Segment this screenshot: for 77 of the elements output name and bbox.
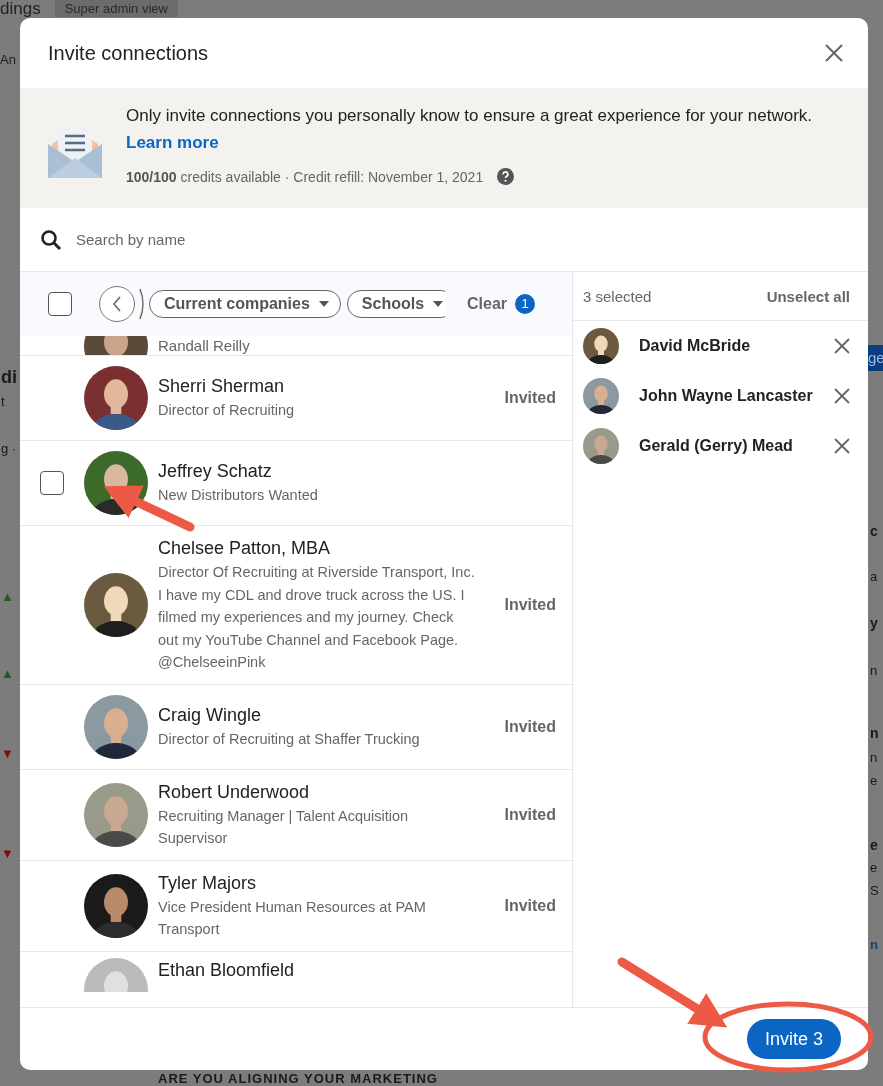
page-text: S <box>870 882 879 900</box>
row-checkbox[interactable] <box>40 471 64 495</box>
page-text: a <box>870 568 878 586</box>
invite-button[interactable]: Invite 3 <box>746 1019 841 1059</box>
learn-more-link[interactable]: Learn more <box>126 133 219 152</box>
notice-text: Only invite connections you personally know to ensure a great experience for your network. Learn more <box>126 105 814 154</box>
select-all-checkbox[interactable] <box>48 292 72 316</box>
page-text: e <box>870 859 878 877</box>
page-text: n <box>870 936 878 954</box>
person-name: Ethan Bloomfield <box>158 958 296 982</box>
page-text: c <box>870 522 878 540</box>
invite-status: Invited <box>504 595 556 614</box>
caret-down-icon <box>432 300 445 308</box>
page-text: e <box>870 836 878 854</box>
count-badge: 1 <box>515 294 536 314</box>
close-icon <box>834 388 850 404</box>
unselect-all-button[interactable]: Unselect all <box>766 287 850 305</box>
connection-row[interactable]: Craig Wingle Director of Recruiting at Shaffer Trucking Invited <box>20 684 572 770</box>
remove-button[interactable] <box>834 438 850 454</box>
dialog-title: Invite connections <box>48 41 209 65</box>
chevron-left-icon <box>112 296 122 312</box>
search-field[interactable]: Search by name <box>74 230 848 249</box>
page-text: ▲ <box>1 665 14 683</box>
invite-status: Invited <box>504 896 556 915</box>
person-name: Sherri Sherman <box>158 375 286 399</box>
page-text: ▼ <box>1 845 14 863</box>
page-text: g · <box>1 440 17 458</box>
person-name: Jeffrey Schatz <box>158 460 273 484</box>
page-title: dings <box>0 0 41 17</box>
person-name: Tyler Majors <box>158 871 257 895</box>
selected-count: 3 selected <box>583 287 652 305</box>
person-name: Robert Underwood <box>158 780 311 804</box>
page-text: ▼ <box>1 745 14 763</box>
person-headline: Director Of Recruiting at Riverside Transport, Inc. I have my CDL and drove truck across the US. I filmed my experiences and my journey. Check out my YouTube Channel and Facebook Page. @ChelseeinPink <box>158 563 476 672</box>
invite-status: Invited <box>504 389 556 407</box>
person-headline: New Distributors Wanted <box>158 486 319 506</box>
connection-row[interactable]: Tyler Majors Vice President Human Resources at PAM Transport Invited <box>20 860 572 952</box>
page-text: n <box>870 662 878 680</box>
credits-text: 100/100 credits available · Credit refill: November 1, 2021 <box>126 168 484 185</box>
page-text: t <box>1 393 5 411</box>
tab-label: An <box>0 52 16 67</box>
person-headline: Director of Recruiting <box>158 401 296 421</box>
person-headline: Recruiting Manager | Talent Acquisition Supervisor <box>158 806 410 848</box>
help-icon[interactable] <box>497 168 515 185</box>
person-name: John Wayne Lancaster <box>639 387 814 405</box>
person-name: Randall Reilly <box>158 336 251 355</box>
person-name: Chelsee Patton, MBA <box>158 537 332 560</box>
search-icon <box>40 228 62 251</box>
page-text: n <box>870 724 879 742</box>
connection-row[interactable]: Ethan Bloomfield <box>20 951 572 992</box>
person-headline: Director of Recruiting at Shaffer Trucking <box>158 729 421 749</box>
person-name: Craig Wingle <box>158 703 263 727</box>
caret-down-icon <box>317 300 330 308</box>
clear-button[interactable]: Clear <box>467 295 508 313</box>
filter-dropdown[interactable]: Schools <box>346 290 445 318</box>
page-text: n <box>870 749 878 767</box>
page-text: di <box>1 366 17 389</box>
view-label: Super admin view <box>54 0 178 17</box>
person-headline: Vice President Human Resources at PAM Transport <box>158 897 427 939</box>
close-icon <box>834 438 850 454</box>
previous-button[interactable] <box>99 286 135 322</box>
person-name: David McBride <box>639 337 752 355</box>
remove-button[interactable] <box>834 338 850 354</box>
connection-row[interactable]: Jeffrey Schatz New Distributors Wanted <box>20 441 572 526</box>
remove-button[interactable] <box>834 388 850 404</box>
invite-status: Invited <box>504 717 556 736</box>
person-name: Gerald (Gerry) Mead <box>639 437 794 455</box>
close-icon <box>824 43 844 63</box>
connection-row[interactable]: Sherri Sherman Director of Recruiting Invited <box>20 356 572 441</box>
page-text: e <box>870 772 878 790</box>
invite-status: Invited <box>504 805 556 824</box>
page-text: ▲ <box>1 588 14 606</box>
page-text: y <box>870 614 878 632</box>
banner-text: ARE YOU ALIGNING YOUR MARKETING <box>158 1071 438 1086</box>
close-icon <box>834 338 850 354</box>
connection-row[interactable]: Robert Underwood Recruiting Manager | Talent Acquisition Supervisor Invited <box>20 769 572 861</box>
filter-dropdown[interactable]: Current companies <box>149 290 341 318</box>
